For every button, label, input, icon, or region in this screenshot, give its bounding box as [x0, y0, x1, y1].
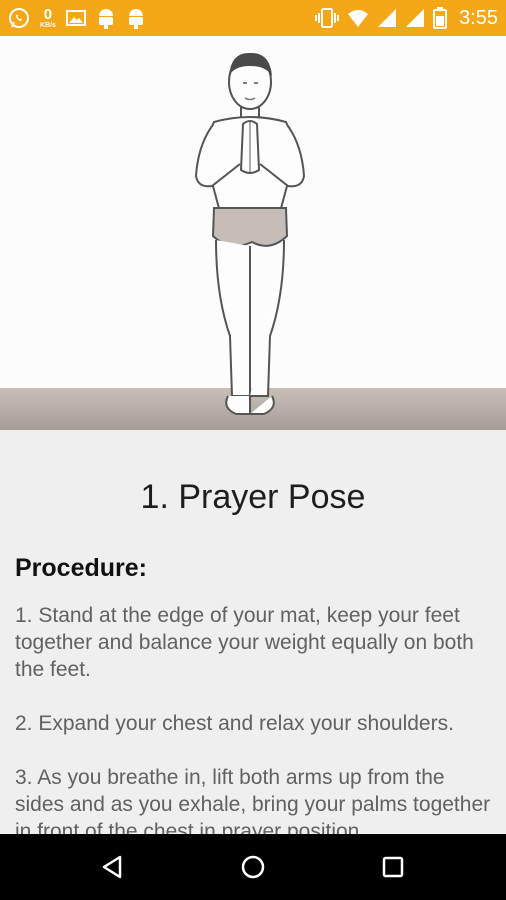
signal-icon [405, 8, 425, 28]
whatsapp-icon [8, 7, 30, 29]
procedure-step: 3. As you breathe in, lift both arms up … [15, 766, 491, 834]
recents-button[interactable] [374, 848, 412, 886]
status-bar-left: 0 KB/s [8, 0, 146, 36]
wifi-icon [347, 8, 369, 28]
image-icon [65, 9, 86, 27]
pose-detail-panel[interactable]: 1. Prayer Pose Procedure: 1. Stand at th… [0, 430, 506, 834]
battery-icon [433, 7, 448, 29]
pose-illustration [0, 36, 506, 430]
pose-title: 1. Prayer Pose [140, 478, 366, 516]
status-time: 3:55 [459, 6, 498, 29]
network-speed-value: 0 [43, 6, 53, 23]
recents-icon [382, 856, 404, 878]
status-bar-right: 3:55 [315, 0, 498, 36]
procedure-step: 2. Expand your chest and relax your shou… [15, 712, 454, 735]
procedure-step: 1. Stand at the edge of your mat, keep y… [15, 604, 474, 681]
status-bar: 0 KB/s 3:55 [0, 0, 506, 36]
network-speed-unit: KB/s [40, 22, 56, 29]
navigation-bar [0, 834, 506, 900]
prayer-pose-figure [194, 52, 306, 415]
back-button[interactable] [93, 848, 131, 886]
home-icon [241, 855, 265, 879]
procedure-steps: 1. Stand at the edge of your mat, keep y… [15, 602, 495, 834]
back-icon [102, 855, 122, 879]
android-icon [126, 7, 146, 29]
procedure-heading: Procedure: [15, 554, 147, 582]
network-speed-indicator: 0 KB/s [40, 7, 56, 29]
signal-icon [377, 8, 397, 28]
android-icon [96, 7, 116, 29]
vibrate-icon [315, 7, 340, 29]
home-button[interactable] [234, 848, 272, 886]
